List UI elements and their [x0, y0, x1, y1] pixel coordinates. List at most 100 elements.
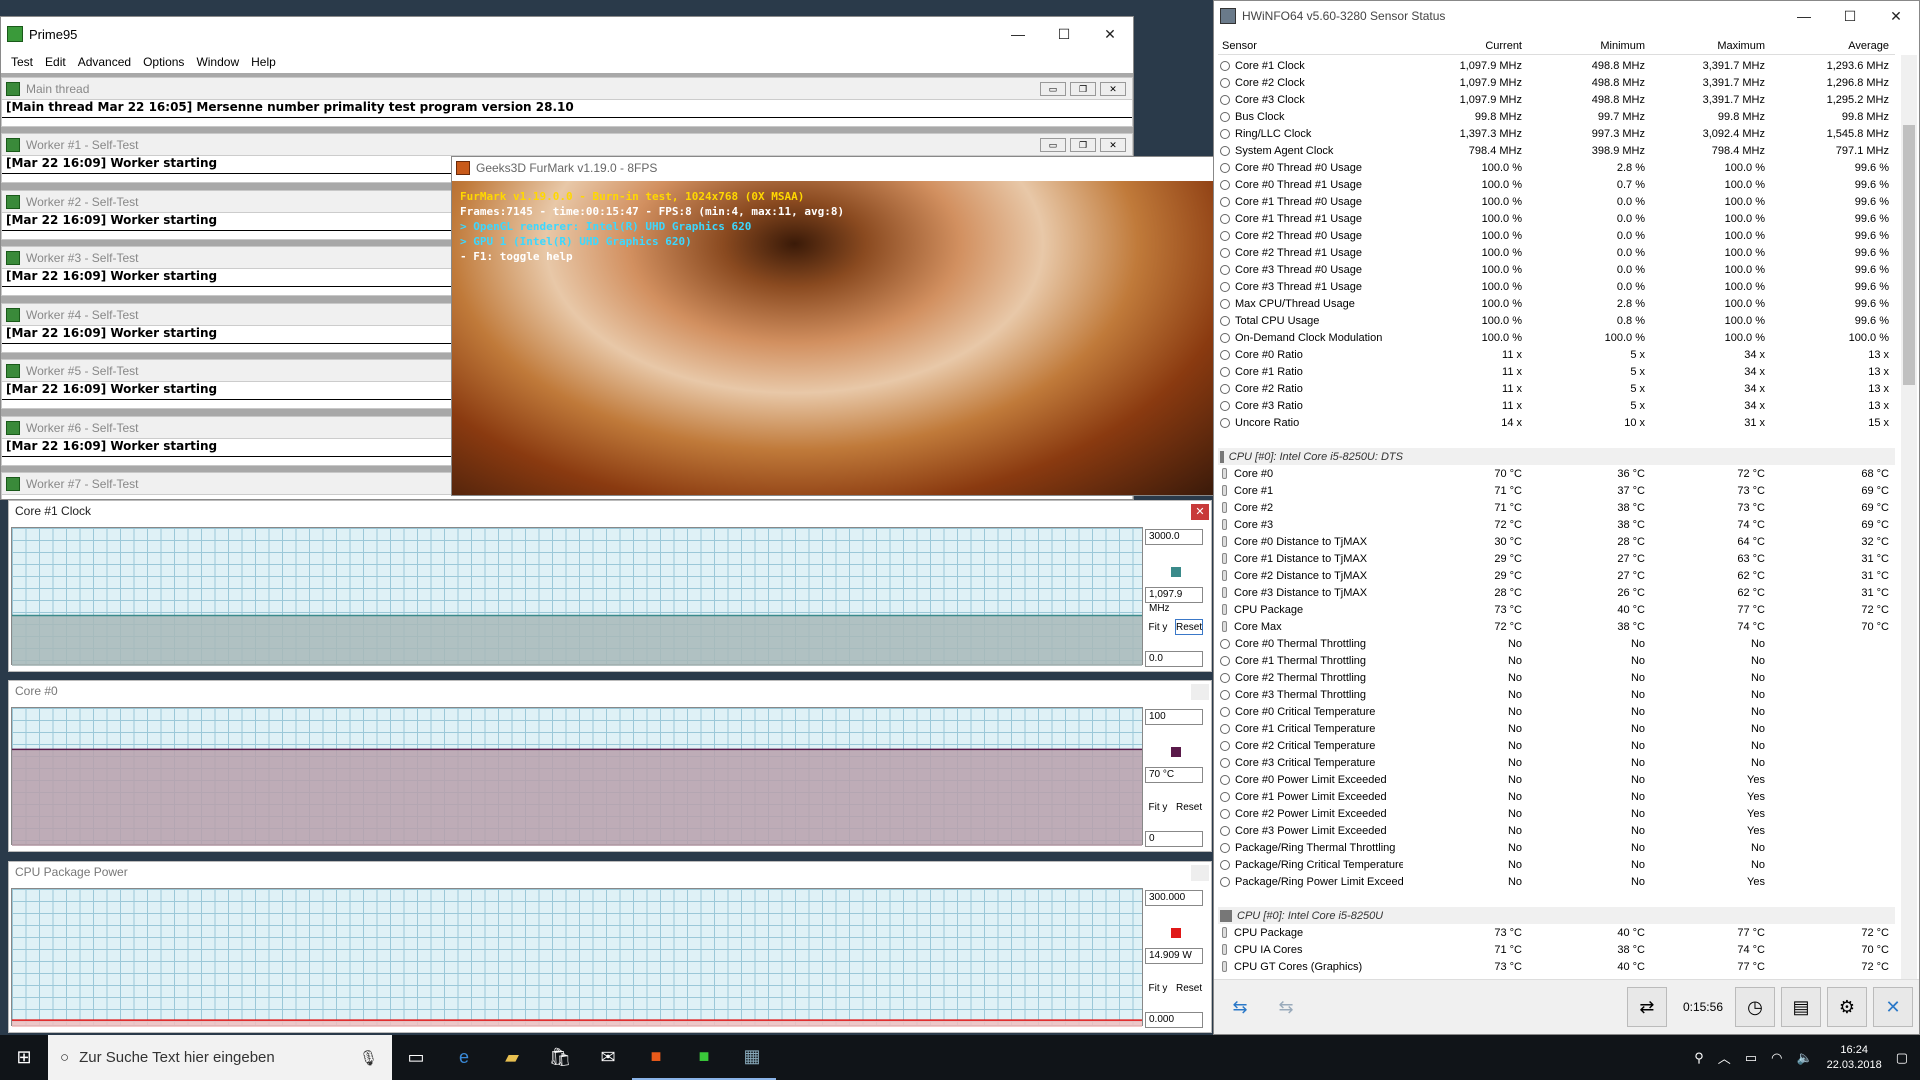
prime95-taskbar-icon[interactable]: ■ — [680, 1035, 728, 1080]
col-maximum[interactable]: Maximum — [1649, 37, 1769, 54]
sensor-row[interactable]: Core #3 Power Limit Exceeded No No Yes — [1218, 822, 1895, 839]
sensor-row[interactable]: Core #1 Thread #0 Usage 100.0 % 0.0 % 100.0… — [1218, 193, 1895, 210]
hwinfo-taskbar-icon[interactable]: ▦ — [728, 1035, 776, 1080]
nav-arrows-icon[interactable]: ⇆ — [1220, 989, 1260, 1025]
minimize-icon[interactable]: — — [995, 17, 1041, 51]
sensor-row[interactable]: Core #2 Ratio 11 x 5 x 34 x 13 x — [1218, 380, 1895, 397]
graph-max-field[interactable]: 100 — [1145, 709, 1203, 725]
wifi-icon[interactable]: ◠ — [1771, 1050, 1782, 1066]
sensor-row[interactable]: Core #2 Distance to TjMAX 29 °C 27 °C 62 °C… — [1218, 567, 1895, 584]
graph-color-swatch[interactable] — [1171, 928, 1181, 938]
task-view-icon[interactable]: ▭ — [392, 1035, 440, 1080]
close-icon[interactable]: ✕ — [1873, 1, 1919, 31]
people-icon[interactable]: ⚲ — [1694, 1050, 1704, 1066]
furmark-taskbar-icon[interactable]: ■ — [632, 1035, 680, 1080]
menu-help[interactable]: Help — [245, 55, 282, 69]
reset-button[interactable]: Reset — [1175, 619, 1203, 635]
sensor-row[interactable]: Core #0 Ratio 11 x 5 x 34 x 13 x — [1218, 346, 1895, 363]
search-box[interactable]: ○ Zur Suche Text hier eingeben 🎙 — [48, 1035, 392, 1080]
close-icon[interactable]: ✕ — [1191, 504, 1209, 520]
battery-icon[interactable]: ▭ — [1745, 1050, 1757, 1066]
sensor-row[interactable]: Core #0 Power Limit Exceeded No No Yes — [1218, 771, 1895, 788]
prime95-titlebar[interactable]: Prime95 — ☐ ✕ — [1, 17, 1133, 51]
sensor-row[interactable]: Package/Ring Power Limit Exceeded No No Yes — [1218, 873, 1895, 890]
fit-y-button[interactable]: Fit y — [1145, 799, 1171, 815]
edge-icon[interactable]: e — [440, 1035, 488, 1080]
mdi-close-icon[interactable]: ✕ — [1100, 138, 1126, 152]
close-icon[interactable]: ✕ — [1087, 17, 1133, 51]
mdi-minimize-icon[interactable]: ▭ — [1040, 82, 1066, 96]
sensor-row[interactable]: Core #2 Critical Temperature No No No — [1218, 737, 1895, 754]
nav-arrows-disabled-icon[interactable]: ⇆ — [1266, 989, 1306, 1025]
sensor-row[interactable]: Core #0 70 °C 36 °C 72 °C 68 °C — [1218, 465, 1895, 482]
menu-advanced[interactable]: Advanced — [72, 55, 137, 69]
sensor-row[interactable]: Core #3 72 °C 38 °C 74 °C 69 °C — [1218, 516, 1895, 533]
sensor-row[interactable]: Package/Ring Thermal Throttling No No No — [1218, 839, 1895, 856]
sensor-row[interactable]: Core #1 Critical Temperature No No No — [1218, 720, 1895, 737]
reset-button[interactable]: Reset — [1175, 980, 1203, 996]
sensor-row[interactable]: Bus Clock 99.8 MHz 99.7 MHz 99.8 MHz 99.8 MH… — [1218, 108, 1895, 125]
notification-icon[interactable]: ▢ — [1896, 1050, 1908, 1066]
sensor-row[interactable]: Core #1 Thermal Throttling No No No — [1218, 652, 1895, 669]
sensor-row[interactable]: CPU IA Cores 71 °C 38 °C 74 °C 70 °C — [1218, 941, 1895, 958]
main-thread-window[interactable]: Main thread ▭ ❐ ✕ [Main thread Mar 22 16:0… — [1, 77, 1133, 127]
hwinfo-titlebar[interactable]: HWiNFO64 v5.60-3280 Sensor Status — ☐ ✕ — [1214, 1, 1919, 31]
sensor-row[interactable]: Core #2 Power Limit Exceeded No No Yes — [1218, 805, 1895, 822]
sensor-row[interactable]: Core #0 Critical Temperature No No No — [1218, 703, 1895, 720]
sensor-row[interactable]: Core #1 71 °C 37 °C 73 °C 69 °C — [1218, 482, 1895, 499]
microphone-icon[interactable]: 🎙 — [359, 1049, 378, 1067]
menu-test[interactable]: Test — [5, 55, 39, 69]
sensor-row[interactable]: Core #0 Thermal Throttling No No No — [1218, 635, 1895, 652]
sensor-row[interactable]: Core #1 Power Limit Exceeded No No Yes — [1218, 788, 1895, 805]
mail-icon[interactable]: ✉ — [584, 1035, 632, 1080]
sensor-row[interactable]: Uncore Ratio 14 x 10 x 31 x 15 x — [1218, 414, 1895, 431]
sensor-row[interactable]: Core #2 71 °C 38 °C 73 °C 69 °C — [1218, 499, 1895, 516]
windows-start-icon[interactable]: ⊞ — [0, 1035, 48, 1080]
sensor-row[interactable]: Max CPU/Thread Usage 100.0 % 2.8 % 100.0 % 9… — [1218, 295, 1895, 312]
mdi-restore-icon[interactable]: ❐ — [1070, 138, 1096, 152]
col-sensor[interactable]: Sensor — [1218, 37, 1403, 54]
sensor-row[interactable]: Core #0 Thread #0 Usage 100.0 % 2.8 % 100.0… — [1218, 159, 1895, 176]
store-icon[interactable]: 🛍 — [536, 1035, 584, 1080]
sensor-row[interactable]: Core #0 Thread #1 Usage 100.0 % 0.7 % 100.0… — [1218, 176, 1895, 193]
graph-max-field[interactable]: 300.000 — [1145, 890, 1203, 906]
graph-window[interactable]: Core #0 ✕ 100 70 °C Fit y Reset 0 — [8, 680, 1212, 852]
taskbar-clock[interactable]: 16:24 22.03.2018 — [1827, 1043, 1882, 1073]
sensor-row[interactable]: Core #2 Thread #1 Usage 100.0 % 0.0 % 100.0… — [1218, 244, 1895, 261]
scrollbar-thumb[interactable] — [1903, 125, 1915, 385]
furmark-window[interactable]: Geeks3D FurMark v1.19.0 - 8FPS FurMark v… — [451, 156, 1214, 496]
clock-icon[interactable]: ◷ — [1735, 987, 1775, 1027]
sensor-row[interactable]: Core #1 Clock 1,097.9 MHz 498.8 MHz 3,391.7… — [1218, 57, 1895, 74]
sensor-row[interactable]: Core #3 Thermal Throttling No No No — [1218, 686, 1895, 703]
scrollbar[interactable] — [1901, 55, 1917, 979]
sensor-row[interactable]: Core #2 Clock 1,097.9 MHz 498.8 MHz 3,391.7… — [1218, 74, 1895, 91]
menu-edit[interactable]: Edit — [39, 55, 72, 69]
volume-icon[interactable]: 🔈 — [1796, 1050, 1812, 1066]
sensor-group-header[interactable]: CPU [#0]: Intel Core i5-8250U — [1218, 907, 1895, 924]
minimize-icon[interactable]: — — [1781, 1, 1827, 31]
network-icon[interactable]: ⇄ — [1626, 987, 1667, 1027]
mdi-restore-icon[interactable]: ❐ — [1070, 82, 1096, 96]
sensor-row[interactable]: Core #3 Thread #1 Usage 100.0 % 0.0 % 100.0… — [1218, 278, 1895, 295]
mdi-minimize-icon[interactable]: ▭ — [1040, 138, 1066, 152]
col-current[interactable]: Current — [1403, 37, 1526, 54]
fit-y-button[interactable]: Fit y — [1145, 980, 1171, 996]
menu-options[interactable]: Options — [137, 55, 190, 69]
sensor-row[interactable]: Core #1 Thread #1 Usage 100.0 % 0.0 % 100.0… — [1218, 210, 1895, 227]
sensor-row[interactable]: Core #2 Thread #0 Usage 100.0 % 0.0 % 100.0… — [1218, 227, 1895, 244]
maximize-icon[interactable]: ☐ — [1041, 17, 1087, 51]
graph-min-field[interactable]: 0.0 — [1145, 651, 1203, 667]
graph-color-swatch[interactable] — [1171, 747, 1181, 757]
menu-window[interactable]: Window — [190, 55, 245, 69]
sensor-row[interactable]: Package/Ring Critical Temperature No No No — [1218, 856, 1895, 873]
graph-window[interactable]: CPU Package Power ✕ 300.000 14.909 W Fit… — [8, 861, 1212, 1033]
reset-button[interactable]: Reset — [1175, 799, 1203, 815]
fit-y-button[interactable]: Fit y — [1145, 619, 1171, 635]
sensor-row[interactable]: Core #1 Distance to TjMAX 29 °C 27 °C 63 °C… — [1218, 550, 1895, 567]
sensor-row[interactable]: CPU Package 73 °C 40 °C 77 °C 72 °C — [1218, 601, 1895, 618]
settings-icon[interactable]: ⚙ — [1827, 987, 1867, 1027]
sensor-group-header[interactable]: CPU [#0]: Intel Core i5-8250U: DTS — [1218, 448, 1895, 465]
sensor-row[interactable]: Core #3 Thread #0 Usage 100.0 % 0.0 % 100.0… — [1218, 261, 1895, 278]
maximize-icon[interactable]: ☐ — [1827, 1, 1873, 31]
sensor-row[interactable]: CPU GT Cores (Graphics) 73 °C 40 °C 77 °C 72… — [1218, 958, 1895, 975]
